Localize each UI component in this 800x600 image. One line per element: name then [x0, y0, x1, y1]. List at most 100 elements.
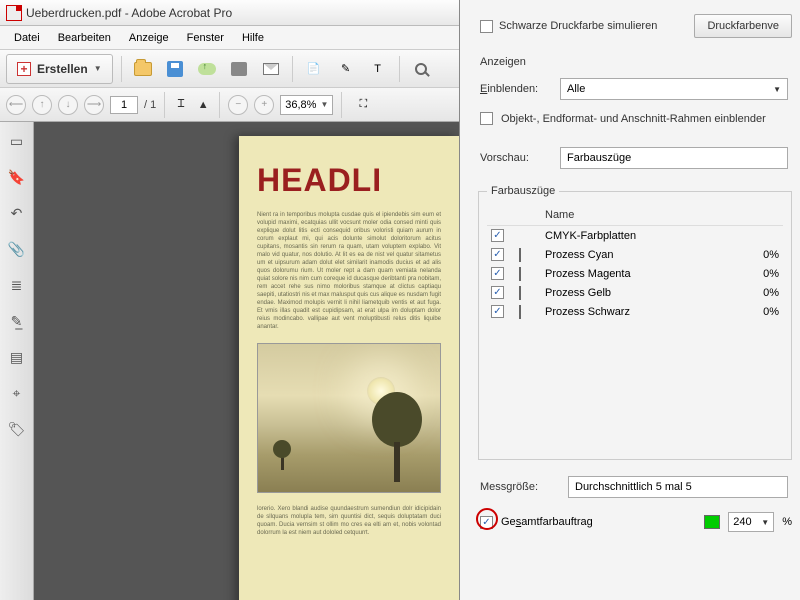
- separation-row: Prozess Magenta 0%: [487, 264, 783, 283]
- sep-name: CMYK-Farbplatten: [545, 230, 729, 242]
- create-button[interactable]: + Erstellen ▼: [6, 54, 113, 84]
- vorschau-select[interactable]: Farbauszüge: [560, 147, 788, 169]
- pdf-page: HEADLI Nient ra in temporibus molupta cu…: [239, 136, 459, 600]
- signatures-panel-icon[interactable]: ✎̲: [8, 312, 26, 330]
- next-page-button[interactable]: ↓: [58, 95, 78, 115]
- menu-view[interactable]: Anzeige: [121, 29, 177, 47]
- folder-icon: [134, 62, 152, 76]
- ink-warning-swatch: [704, 515, 720, 529]
- tags-panel-icon[interactable]: 🏷: [8, 420, 26, 438]
- sep-name: Prozess Cyan: [545, 249, 729, 261]
- last-page-button[interactable]: ⟶: [84, 95, 104, 115]
- einblenden-label: Einblenden:: [480, 83, 550, 95]
- tool-sign[interactable]: ✎: [333, 56, 359, 82]
- tool-text[interactable]: T: [365, 56, 391, 82]
- menu-file[interactable]: Datei: [6, 29, 48, 47]
- sep-name: Prozess Schwarz: [545, 306, 729, 318]
- output-preview-panel: Schwarze Druckfarbe simulieren Druckfarb…: [460, 0, 800, 600]
- search-icon: [415, 63, 427, 75]
- swatch-yellow: [519, 286, 521, 300]
- zoom-value: 36,8%: [285, 99, 316, 111]
- zoom-in-button[interactable]: +: [254, 95, 274, 115]
- prev-page-button[interactable]: ↑: [32, 95, 52, 115]
- save-icon: [167, 61, 183, 77]
- object-frames-label: Objekt-, Endformat- und Anschnitt-Rahmen…: [501, 113, 766, 125]
- print-colors-button[interactable]: Druckfarbenve: [694, 14, 792, 38]
- pointer-tool[interactable]: ▲: [195, 97, 211, 113]
- zoom-out-button[interactable]: −: [228, 95, 248, 115]
- undo-icon[interactable]: ↶: [8, 204, 26, 222]
- cloud-button[interactable]: [194, 56, 220, 82]
- text-select-tool[interactable]: Ꮖ: [173, 97, 189, 113]
- nav-panel: ▭ 🔖 ↶ 📎 ≣ ✎̲ ▤ ⌖ 🏷: [0, 122, 34, 600]
- titlebar: Ueberdrucken.pdf - Adobe Acrobat Pro: [0, 0, 459, 26]
- separation-row: CMYK-Farbplatten: [487, 226, 783, 245]
- separation-row: Prozess Gelb 0%: [487, 283, 783, 302]
- menu-window[interactable]: Fenster: [179, 29, 232, 47]
- percent-sign: %: [782, 516, 792, 528]
- mail-icon: [263, 63, 279, 75]
- chevron-down-icon: ▼: [320, 100, 328, 109]
- sep-name: Prozess Gelb: [545, 287, 729, 299]
- plus-icon: +: [17, 62, 31, 76]
- swatch-cyan: [519, 248, 521, 262]
- vorschau-label: Vorschau:: [480, 152, 550, 164]
- sep-checkbox[interactable]: [491, 267, 504, 280]
- separations-group: Farbauszüge Name CMYK-Farbplatten Prozes…: [478, 185, 792, 460]
- doc-headline: HEADLI: [257, 162, 441, 199]
- sep-pct: 0%: [729, 268, 779, 280]
- thumbnails-panel-icon[interactable]: ▭: [8, 132, 26, 150]
- toolbar-nav: ⟵ ↑ ↓ ⟶ / 1 Ꮖ ▲ − + 36,8% ▼ ⛶: [0, 88, 459, 122]
- create-label: Erstellen: [37, 62, 88, 76]
- total-ink-value-input[interactable]: 240 ▼: [728, 512, 774, 532]
- sep-checkbox[interactable]: [491, 305, 504, 318]
- print-button[interactable]: [226, 56, 252, 82]
- document-canvas[interactable]: HEADLI Nient ra in temporibus molupta cu…: [34, 122, 459, 600]
- sep-checkbox[interactable]: [491, 286, 504, 299]
- page-number-input[interactable]: [110, 96, 138, 114]
- tool-scan[interactable]: 📄: [301, 56, 327, 82]
- chevron-down-icon: ▼: [94, 64, 102, 73]
- chevron-down-icon: ▼: [773, 85, 781, 94]
- show-group-title: Anzeigen: [470, 44, 800, 72]
- attachments-panel-icon[interactable]: 📎: [8, 240, 26, 258]
- first-page-button[interactable]: ⟵: [6, 95, 26, 115]
- mess-select[interactable]: Durchschnittlich 5 mal 5: [568, 476, 788, 498]
- mess-label: Messgröße:: [480, 481, 558, 493]
- sep-pct: 0%: [729, 249, 779, 261]
- cloud-upload-icon: [198, 63, 216, 75]
- doc-image: [257, 343, 441, 493]
- tool-fit[interactable]: ⛶: [350, 92, 376, 118]
- destinations-panel-icon[interactable]: ⌖: [8, 384, 26, 402]
- separation-row: Prozess Schwarz 0%: [487, 302, 783, 321]
- menu-edit[interactable]: Bearbeiten: [50, 29, 119, 47]
- highlight-circle: [476, 508, 498, 530]
- swatch-black: [519, 305, 521, 319]
- mail-button[interactable]: [258, 56, 284, 82]
- open-button[interactable]: [130, 56, 156, 82]
- save-button[interactable]: [162, 56, 188, 82]
- pdf-icon: [6, 5, 22, 21]
- menubar: Datei Bearbeiten Anzeige Fenster Hilfe: [0, 26, 459, 50]
- doc-body-2: lorerio. Xero blandi audise quundaestrum…: [257, 505, 441, 537]
- sep-checkbox[interactable]: [491, 248, 504, 261]
- sep-checkbox[interactable]: [491, 229, 504, 242]
- search-button[interactable]: [408, 56, 434, 82]
- simulate-black-checkbox[interactable]: [480, 20, 493, 33]
- window-title: Ueberdrucken.pdf - Adobe Acrobat Pro: [26, 6, 232, 20]
- separation-row: Prozess Cyan 0%: [487, 245, 783, 264]
- doc-body-1: Nient ra in temporibus molupta cusdae qu…: [257, 211, 441, 331]
- bookmarks-panel-icon[interactable]: 🔖: [8, 168, 26, 186]
- zoom-level-select[interactable]: 36,8% ▼: [280, 95, 333, 115]
- separations-title: Farbauszüge: [487, 185, 559, 197]
- page-total-label: / 1: [144, 99, 156, 111]
- object-frames-checkbox[interactable]: [480, 112, 493, 125]
- layers-panel-icon[interactable]: ≣: [8, 276, 26, 294]
- articles-panel-icon[interactable]: ▤: [8, 348, 26, 366]
- sep-name: Prozess Magenta: [545, 268, 729, 280]
- sep-pct: 0%: [729, 287, 779, 299]
- menu-help[interactable]: Hilfe: [234, 29, 272, 47]
- einblenden-select[interactable]: Alle ▼: [560, 78, 788, 100]
- total-ink-label: Gesamtfarbauftrag: [501, 516, 593, 528]
- chevron-down-icon: ▼: [761, 518, 769, 527]
